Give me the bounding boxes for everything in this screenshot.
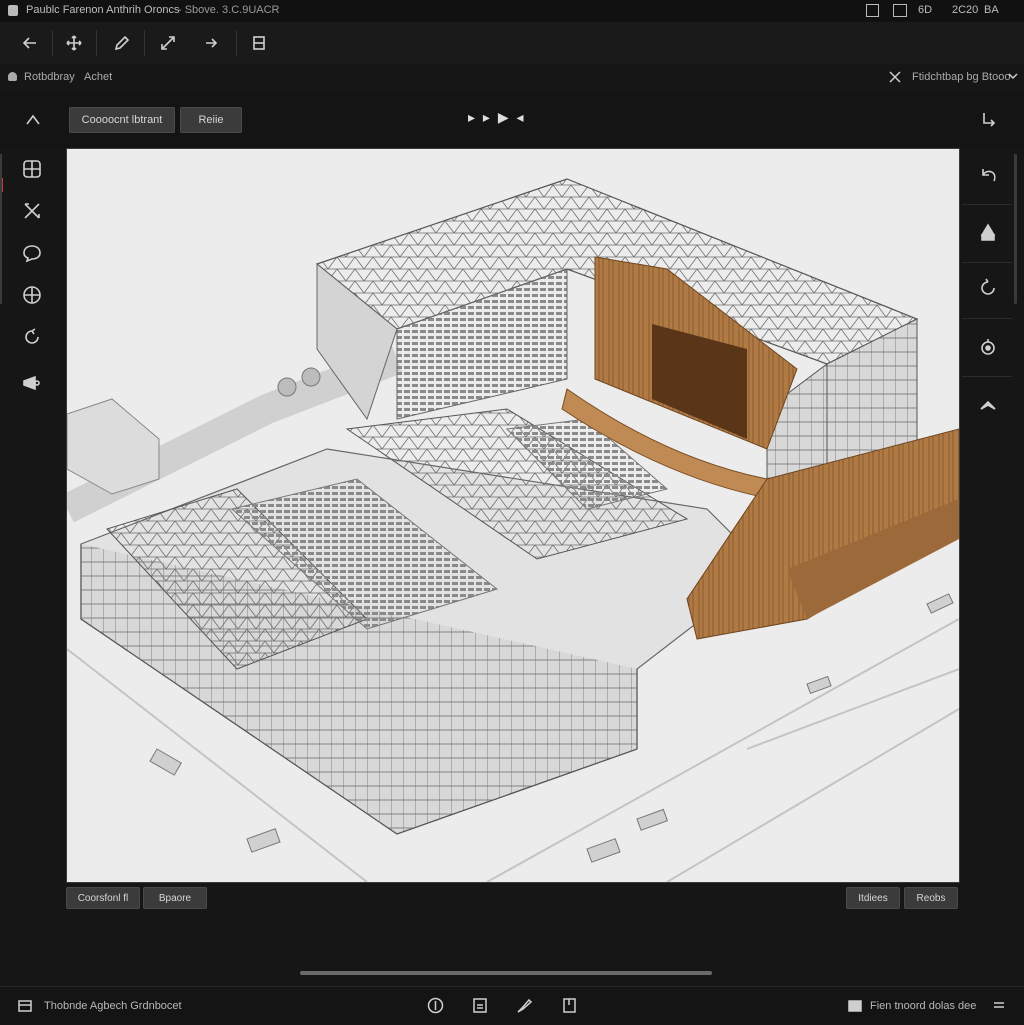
forward-arrow-icon[interactable]: [194, 25, 230, 61]
breadcrumb-item[interactable]: Achet: [84, 71, 112, 83]
window-title: Paublc Farenon Anthrih Oroncs: [26, 4, 180, 16]
chevron-up-icon[interactable]: [18, 105, 48, 135]
bottom-left-button-2[interactable]: Bpaore: [143, 887, 207, 909]
toolbar-divider: [236, 30, 237, 56]
brush-icon[interactable]: [516, 997, 533, 1017]
bottom-right-button-1[interactable]: Itdiees: [846, 887, 900, 909]
sidebar-scrollbar[interactable]: [0, 154, 2, 304]
tools-icon[interactable]: [17, 196, 47, 226]
sidebar-divider: [962, 318, 1012, 319]
toolbar-divider: [144, 30, 145, 56]
home-icon[interactable]: [8, 72, 17, 81]
move-icon[interactable]: [56, 25, 92, 61]
breadcrumb-path[interactable]: Rotbdbray: [24, 71, 75, 83]
corner-arrow-icon[interactable]: [974, 105, 1004, 135]
status-right-label: Fien tnoord dolas dee: [870, 1000, 977, 1012]
status-value-1: 6D: [918, 4, 933, 16]
main-toolbar: [0, 22, 1024, 65]
panel-label: Ftidchtbap bg Btooo: [912, 71, 1011, 83]
horizontal-scrollbar[interactable]: [300, 971, 712, 975]
bottom-left-button-1[interactable]: Coorsfonl fl: [66, 887, 140, 909]
rotate-icon[interactable]: [17, 322, 47, 352]
camera-icon[interactable]: [17, 368, 47, 398]
undo-icon[interactable]: [973, 160, 1003, 190]
collapse-icon[interactable]: [888, 70, 902, 87]
window-version: - Sbove. 3.C.9UACR: [178, 4, 280, 16]
target-icon[interactable]: [973, 332, 1003, 362]
window-control-icon[interactable]: [866, 4, 879, 17]
compass-icon[interactable]: [427, 997, 444, 1017]
grid-icon[interactable]: [17, 280, 47, 310]
folder-icon[interactable]: [848, 999, 862, 1015]
sidebar-divider: [962, 204, 1012, 205]
secondary-toolbar: Coooocnt lbtrant Reiie ▸ ▸ ▶ ◂: [0, 90, 1024, 148]
toolbar-divider: [52, 30, 53, 56]
status-bar: Thobnde Agbech Grdnbocet Fien tnoord dol…: [0, 986, 1024, 1025]
window-layout-icon[interactable]: [893, 4, 907, 17]
sidebar-divider: [962, 376, 1012, 377]
status-value-2: 2C20: [952, 4, 979, 16]
playback-controls[interactable]: ▸ ▸ ▶ ◂: [468, 109, 526, 126]
toolbar-divider: [96, 30, 97, 56]
refresh-icon[interactable]: [973, 272, 1003, 302]
document-icon[interactable]: [562, 997, 577, 1017]
frame-icon[interactable]: [241, 25, 277, 61]
chevron-up-icon[interactable]: [973, 390, 1003, 420]
chevron-down-icon[interactable]: [1008, 71, 1018, 84]
grid-globe-icon[interactable]: [17, 154, 47, 184]
back-arrow-icon[interactable]: [12, 25, 48, 61]
bottom-right-button-2[interactable]: Reobs: [904, 887, 958, 909]
model-viewport[interactable]: [66, 148, 960, 883]
pencil-icon[interactable]: [104, 25, 140, 61]
menu-icon[interactable]: [992, 999, 1006, 1014]
chat-icon[interactable]: [17, 238, 47, 268]
primary-action-button[interactable]: Coooocnt lbtrant: [69, 107, 175, 133]
file-icon[interactable]: [472, 997, 488, 1017]
left-sidebar: [0, 148, 62, 888]
shapes-icon[interactable]: [973, 218, 1003, 248]
app-icon: [8, 5, 18, 16]
panel-icon[interactable]: [18, 999, 32, 1016]
resize-icon[interactable]: [150, 25, 186, 61]
title-bar: Paublc Farenon Anthrih Oroncs - Sbove. 3…: [0, 0, 1024, 23]
right-scrollbar[interactable]: [1014, 154, 1017, 304]
status-left-label: Thobnde Agbech Grdnbocet: [44, 1000, 182, 1012]
right-sidebar: [962, 148, 1024, 888]
building-model-render: [67, 149, 959, 882]
secondary-action-button[interactable]: Reiie: [180, 107, 242, 133]
sidebar-divider: [962, 262, 1012, 263]
status-value-3: BA: [984, 4, 999, 16]
breadcrumb: Rotbdbray Achet Ftidchtbap bg Btooo: [0, 64, 1024, 91]
